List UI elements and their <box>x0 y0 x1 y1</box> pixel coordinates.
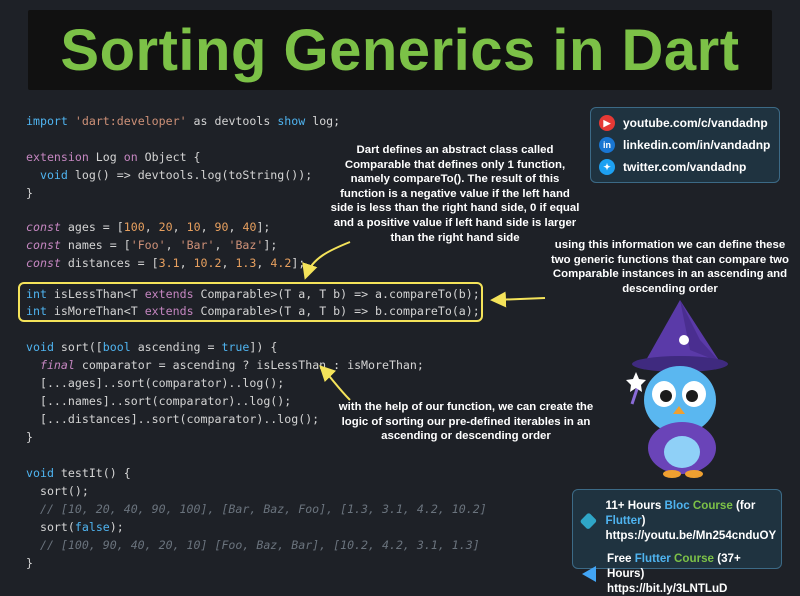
courses-panel: 11+ Hours Bloc Course (for Flutter) http… <box>572 489 782 595</box>
course-flutter[interactable]: Free Flutter Course (37+ Hours) https://… <box>581 551 781 596</box>
flutter-icon <box>582 565 596 582</box>
course-bloc-url[interactable]: https://youtu.be/Mn254cnduOY <box>606 528 781 543</box>
bloc-icon <box>579 511 597 530</box>
course-bloc[interactable]: 11+ Hours Bloc Course (for Flutter) http… <box>579 498 781 543</box>
course-flutter-url[interactable]: https://bit.ly/3LNTLuD <box>607 581 781 596</box>
